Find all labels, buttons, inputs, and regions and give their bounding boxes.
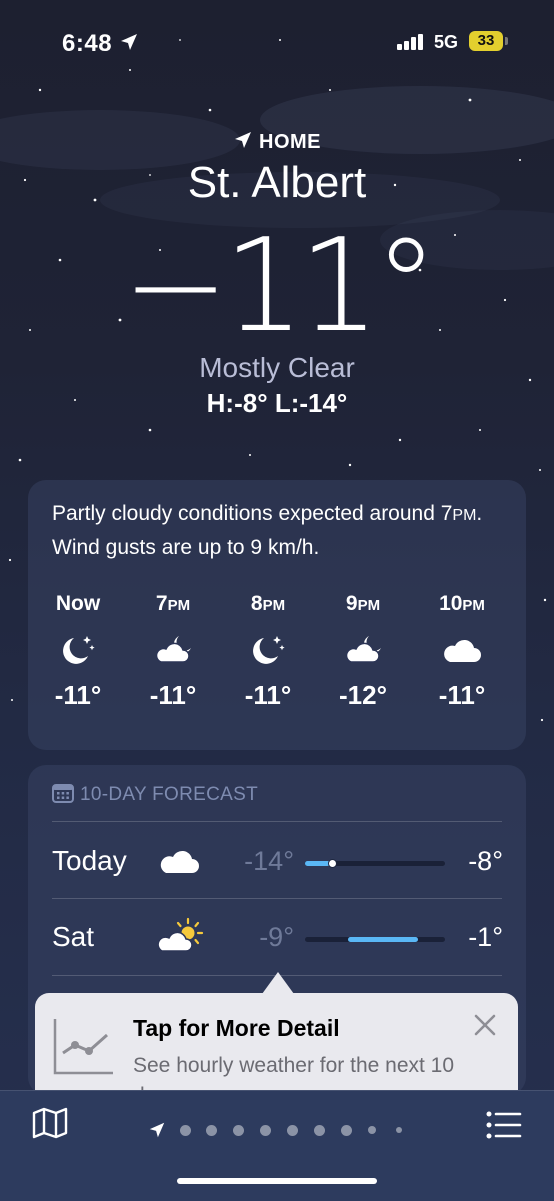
page-dot — [206, 1125, 217, 1136]
cloud-moon-icon — [155, 636, 191, 663]
hour-label: 10 — [439, 592, 463, 615]
tip-popover[interactable]: Tap for More Detail See hourly weather f… — [35, 993, 518, 1093]
hour-suffix: PM — [357, 597, 381, 614]
hour-suffix: PM — [167, 597, 191, 614]
status-time: 6:48 — [62, 30, 113, 57]
location-arrow-icon — [149, 1122, 165, 1138]
hour-suffix: PM — [462, 597, 485, 614]
temp-range-bar — [305, 859, 445, 868]
day-low: -9° — [259, 922, 294, 952]
page-dot — [368, 1126, 376, 1134]
page-dot — [341, 1125, 352, 1136]
city-name: St. Albert — [187, 158, 367, 207]
day-row-today[interactable]: Today -14° -8° — [28, 827, 526, 897]
network-type: 5G — [434, 32, 459, 52]
hour-label: 7 — [155, 592, 168, 615]
tip-body: See hourly weather for the next 10 days — [133, 1054, 455, 1093]
status-bar: 6:48 5G 33 — [0, 0, 554, 80]
page-dot — [396, 1127, 402, 1133]
cellular-signal-icon — [397, 34, 423, 50]
tip-pointer — [262, 972, 294, 994]
current-temp-dot — [327, 859, 337, 868]
current-condition: Mostly Clear — [199, 352, 355, 383]
location-arrow-icon — [121, 34, 137, 50]
bottom-toolbar — [0, 1090, 554, 1201]
day-high: -1° — [468, 922, 503, 952]
tip-title: Tap for More Detail — [133, 1015, 340, 1041]
hour-item: 10PM -11° — [422, 592, 502, 711]
location-arrow-icon — [235, 132, 251, 148]
battery-indicator: 33 — [469, 31, 503, 51]
cloud-moon-icon — [345, 636, 381, 663]
map-icon[interactable] — [32, 1107, 68, 1139]
page-dot — [233, 1125, 244, 1136]
cloud-icon — [160, 850, 199, 873]
hour-suffix: PM — [262, 597, 286, 614]
moon-stars-icon — [63, 636, 95, 664]
hour-item: 9PM -12° — [323, 592, 403, 711]
location-label: HOME — [0, 130, 554, 154]
page-dot — [180, 1125, 191, 1136]
current-temperature: −11° — [121, 212, 438, 361]
battery-tip — [505, 37, 508, 45]
hourly-summary-pre: Partly cloudy conditions expected around… — [52, 502, 453, 525]
divider — [52, 898, 502, 899]
hour-temp: -11° — [244, 680, 292, 710]
line-chart-icon — [53, 1019, 113, 1075]
hour-label: 8 — [250, 592, 263, 615]
temp-range-fill — [348, 937, 419, 942]
ten-day-title: 10-DAY FORECAST — [80, 784, 259, 805]
hour-item: 7PM -11° — [133, 592, 213, 711]
location-label-text: HOME — [259, 131, 321, 153]
hour-label: Now — [55, 592, 101, 615]
high-low: H:-8° L:-14° — [206, 388, 348, 418]
day-row-sat[interactable]: Sat -9° -1° — [28, 903, 526, 973]
hour-temp: -11° — [438, 680, 486, 710]
day-name: Sat — [52, 921, 95, 952]
close-icon[interactable] — [473, 1013, 497, 1037]
calendar-icon — [52, 784, 74, 803]
day-high: -8° — [468, 846, 503, 876]
divider — [52, 821, 502, 822]
hourly-summary: Partly cloudy conditions expected around… — [52, 498, 512, 564]
hour-temp: -12° — [339, 680, 387, 710]
day-name: Today — [52, 845, 127, 876]
page-dot — [314, 1125, 325, 1136]
hour-label: 9 — [345, 592, 358, 615]
hourly-forecast-card[interactable]: Partly cloudy conditions expected around… — [28, 480, 526, 750]
temp-range-bar — [305, 937, 445, 942]
page-dot — [260, 1125, 271, 1136]
page-dot — [287, 1125, 298, 1136]
hour-item: Now -11° — [38, 592, 118, 711]
day-low: -14° — [244, 846, 294, 876]
hour-item: 8PM -11° — [228, 592, 308, 711]
hour-temp: -11° — [54, 680, 102, 710]
list-icon[interactable] — [486, 1111, 522, 1139]
ten-day-header: 10-DAY FORECAST — [52, 783, 258, 806]
temp-range-fill — [305, 861, 331, 866]
moon-stars-icon — [253, 636, 285, 664]
hour-temp: -11° — [149, 680, 197, 710]
home-indicator[interactable] — [177, 1178, 377, 1184]
cloud-icon — [444, 639, 481, 662]
hourly-summary-pm: PM — [452, 507, 477, 524]
cloud-sun-icon — [158, 917, 204, 952]
